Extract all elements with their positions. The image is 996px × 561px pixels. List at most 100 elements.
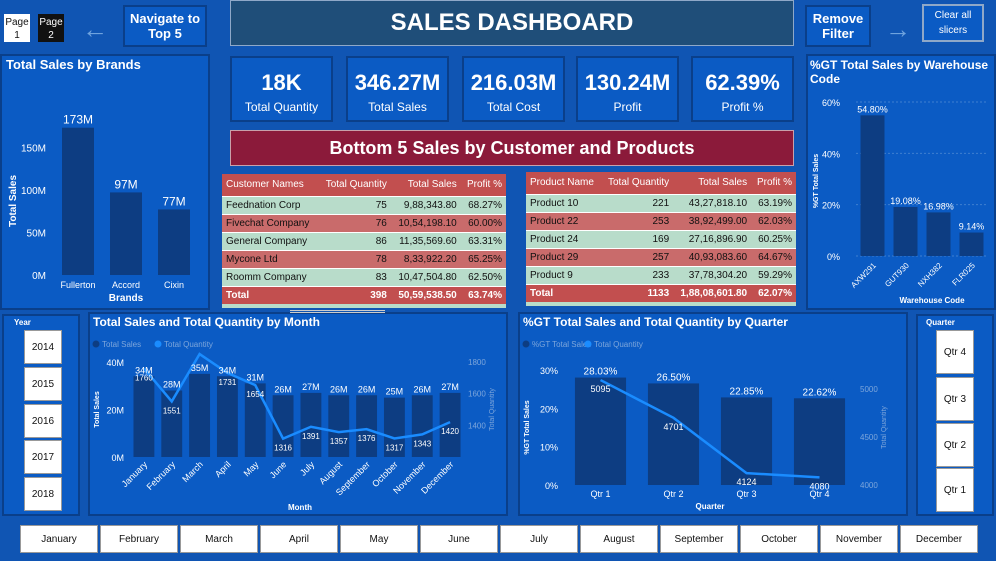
slicer-item-qtr4[interactable]: Qtr 4 xyxy=(936,330,974,374)
x-tick-label: July xyxy=(298,459,317,478)
y-tick-label: 150M xyxy=(21,143,46,154)
kpi-label: Profit xyxy=(613,100,642,114)
slicer-item-october[interactable]: October xyxy=(740,525,818,553)
drag-handle[interactable] xyxy=(290,310,385,313)
column-header[interactable]: Product Name xyxy=(526,172,602,194)
x-tick-label: NXH382 xyxy=(916,261,944,289)
slicer-item-december[interactable]: December xyxy=(900,525,978,553)
table-total-row: Total 398 50,59,538.50 63.74% xyxy=(222,285,506,304)
table-row[interactable]: Mycone Ltd 78 8,33,922.20 65.25% xyxy=(222,249,506,268)
table-cell: 60.00% xyxy=(460,213,506,232)
y-tick-label: 50M xyxy=(27,228,46,239)
table-row[interactable]: Roomm Company 83 10,47,504.80 62.50% xyxy=(222,267,506,286)
table-cell: 50,59,538.50 xyxy=(390,285,461,304)
data-label: 27M xyxy=(441,382,459,392)
month-chart-panel: Total Sales and Total Quantity by Month … xyxy=(88,310,508,516)
slicer-item-2018[interactable]: 2018 xyxy=(24,477,62,511)
data-label: 28M xyxy=(163,380,181,390)
bar xyxy=(189,373,211,457)
slicer-item-2016[interactable]: 2016 xyxy=(24,404,62,438)
x-tick-label: March xyxy=(180,459,205,484)
line-data-label: 1376 xyxy=(358,434,376,443)
clear-slicers-button[interactable]: Clear all slicers xyxy=(922,4,984,42)
page2-button[interactable]: Page 2 xyxy=(38,14,64,42)
slicer-item-june[interactable]: June xyxy=(420,525,498,553)
data-label: 25M xyxy=(386,387,404,397)
page1-button[interactable]: Page 1 xyxy=(4,14,30,42)
slicer-item-2017[interactable]: 2017 xyxy=(24,440,62,474)
slicer-item-january[interactable]: January xyxy=(20,525,98,553)
table-cell: 75 xyxy=(318,195,391,214)
table-cell: General Company xyxy=(222,231,319,250)
slicer-item-may[interactable]: May xyxy=(340,525,418,553)
slicer-item-september[interactable]: September xyxy=(660,525,738,553)
slicer-item-november[interactable]: November xyxy=(820,525,898,553)
table-cell: Product 22 xyxy=(526,211,602,230)
bar xyxy=(793,398,846,485)
x-tick-label: April xyxy=(213,459,233,479)
kpi-total-quantity: 18K Total Quantity xyxy=(230,56,333,122)
line-data-label: 1420 xyxy=(441,427,459,436)
data-label: 9.14% xyxy=(959,222,985,232)
table-row[interactable]: Product 24 169 27,16,896.90 60.25% xyxy=(526,229,796,248)
table-cell: 11,35,569.60 xyxy=(390,231,461,250)
table-cell: 253 xyxy=(601,211,674,230)
kpi-label: Profit % xyxy=(721,100,764,114)
column-header[interactable]: Customer Names xyxy=(222,174,319,196)
table-cell: 63.31% xyxy=(460,231,506,250)
y-tick-label: 100M xyxy=(21,186,46,197)
slicer-item-2014[interactable]: 2014 xyxy=(24,330,62,364)
slicer-item-july[interactable]: July xyxy=(500,525,578,553)
line-data-label: 1731 xyxy=(219,378,237,387)
data-label: 31M xyxy=(246,372,264,382)
table-cell: 37,78,304.20 xyxy=(673,265,752,284)
table-row[interactable]: Product 9 233 37,78,304.20 59.29% xyxy=(526,265,796,284)
column-header[interactable]: Total Quantity xyxy=(601,172,674,194)
table-cell: 62.03% xyxy=(751,211,796,230)
table-row[interactable]: Product 10 221 43,27,818.10 63.19% xyxy=(526,193,796,212)
x-tick-label: GUT930 xyxy=(883,261,911,289)
table-row[interactable]: Product 29 257 40,93,083.60 64.67% xyxy=(526,247,796,266)
data-label: 27M xyxy=(302,382,320,392)
table-cell: 78 xyxy=(318,249,391,268)
slicer-item-qtr2[interactable]: Qtr 2 xyxy=(936,423,974,467)
navigate-top5-button[interactable]: Navigate to Top 5 xyxy=(123,5,207,47)
kpi-total-cost: 216.03M Total Cost xyxy=(462,56,565,122)
forward-arrow-icon[interactable]: → xyxy=(885,14,911,45)
y2-tick-label: 4500 xyxy=(860,433,878,442)
slicer-item-august[interactable]: August xyxy=(580,525,658,553)
y-tick-label: 0M xyxy=(32,271,46,282)
table-cell: 59.29% xyxy=(751,265,796,284)
slicer-item-qtr3[interactable]: Qtr 3 xyxy=(936,377,974,421)
table-cell: Total xyxy=(222,285,319,304)
slicer-item-april[interactable]: April xyxy=(260,525,338,553)
table-row[interactable]: General Company 86 11,35,569.60 63.31% xyxy=(222,231,506,250)
data-label: 54.80% xyxy=(857,104,888,114)
y2-tick-label: 4000 xyxy=(860,481,878,490)
kpi-profit-percent: 62.39% Profit % xyxy=(691,56,794,122)
bar xyxy=(300,392,322,457)
slicer-item-2015[interactable]: 2015 xyxy=(24,367,62,401)
column-header[interactable]: Total Sales xyxy=(390,174,461,196)
x-tick-label: February xyxy=(145,459,178,492)
y-tick-label: 40% xyxy=(822,149,840,159)
back-arrow-icon[interactable]: ← xyxy=(82,14,108,45)
month-combo-chart: Total Sales Total Quantity 0M 20M 40M 1400 160… xyxy=(92,340,496,512)
data-label: 26.50% xyxy=(657,372,691,383)
x-axis-label: Month xyxy=(288,503,312,512)
column-header[interactable]: Profit % xyxy=(751,172,796,194)
slicer-item-qtr1[interactable]: Qtr 1 xyxy=(936,468,974,512)
y2-axis-label: Total Quantity xyxy=(489,388,496,431)
column-header[interactable]: Total Quantity xyxy=(318,174,391,196)
slicer-item-march[interactable]: March xyxy=(180,525,258,553)
column-header[interactable]: Profit % xyxy=(460,174,506,196)
line-data-label: 1391 xyxy=(302,432,320,441)
table-row[interactable]: Feednation Corp 75 9,88,343.80 68.27% xyxy=(222,195,506,214)
slicer-item-february[interactable]: February xyxy=(100,525,178,553)
table-cell: Product 24 xyxy=(526,229,602,248)
table-row[interactable]: Fivechat Company 76 10,54,198.10 60.00% xyxy=(222,213,506,232)
table-row[interactable]: Product 22 253 38,92,499.00 62.03% xyxy=(526,211,796,230)
legend-label: Total Quantity xyxy=(164,340,213,349)
column-header[interactable]: Total Sales xyxy=(673,172,752,194)
remove-filter-button[interactable]: Remove Filter xyxy=(805,5,871,47)
